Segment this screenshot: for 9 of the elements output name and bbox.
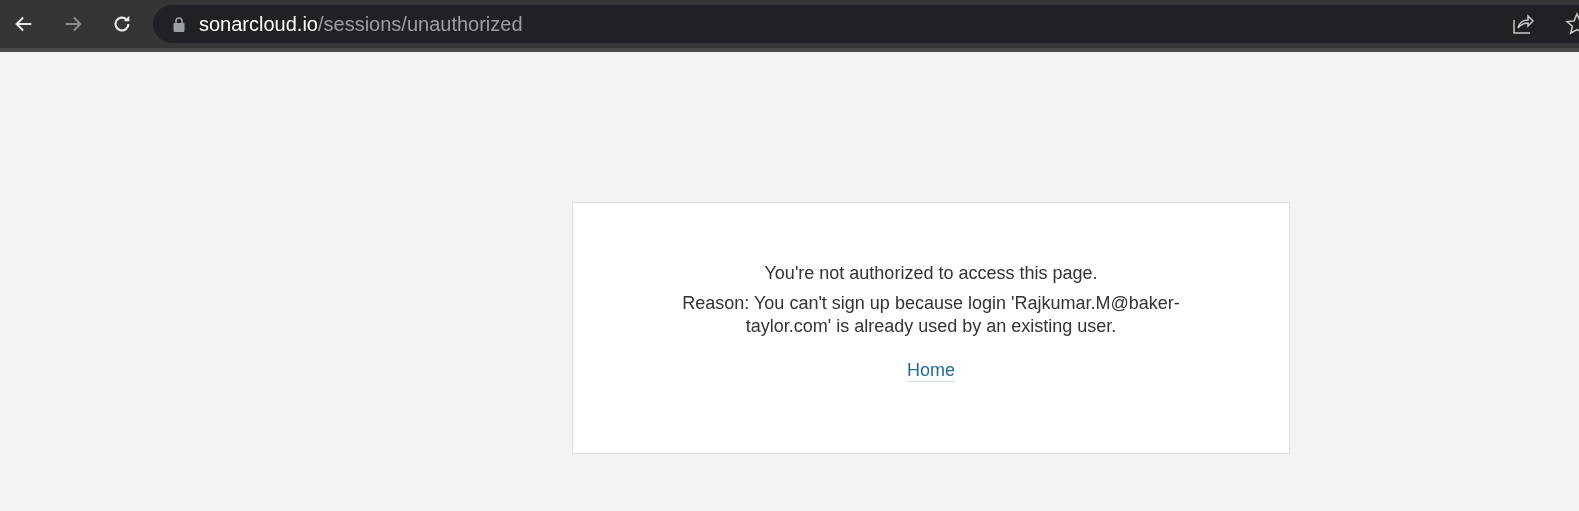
star-icon[interactable]: [1565, 12, 1579, 36]
share-icon[interactable]: [1511, 12, 1535, 36]
url-host: sonarcloud.io: [199, 12, 318, 36]
error-title: You're not authorized to access this page.: [764, 263, 1098, 284]
lock-icon: [173, 16, 185, 32]
address-bar[interactable]: sonarcloud.io/sessions/unauthorized: [153, 5, 1579, 43]
url-path: /sessions/unauthorized: [317, 12, 523, 36]
error-reason: Reason: You can't sign up because login 'Rajkumar.M@baker-taylor.com' is already used by an existing user.: [681, 292, 1181, 338]
home-link[interactable]: Home: [907, 360, 955, 382]
